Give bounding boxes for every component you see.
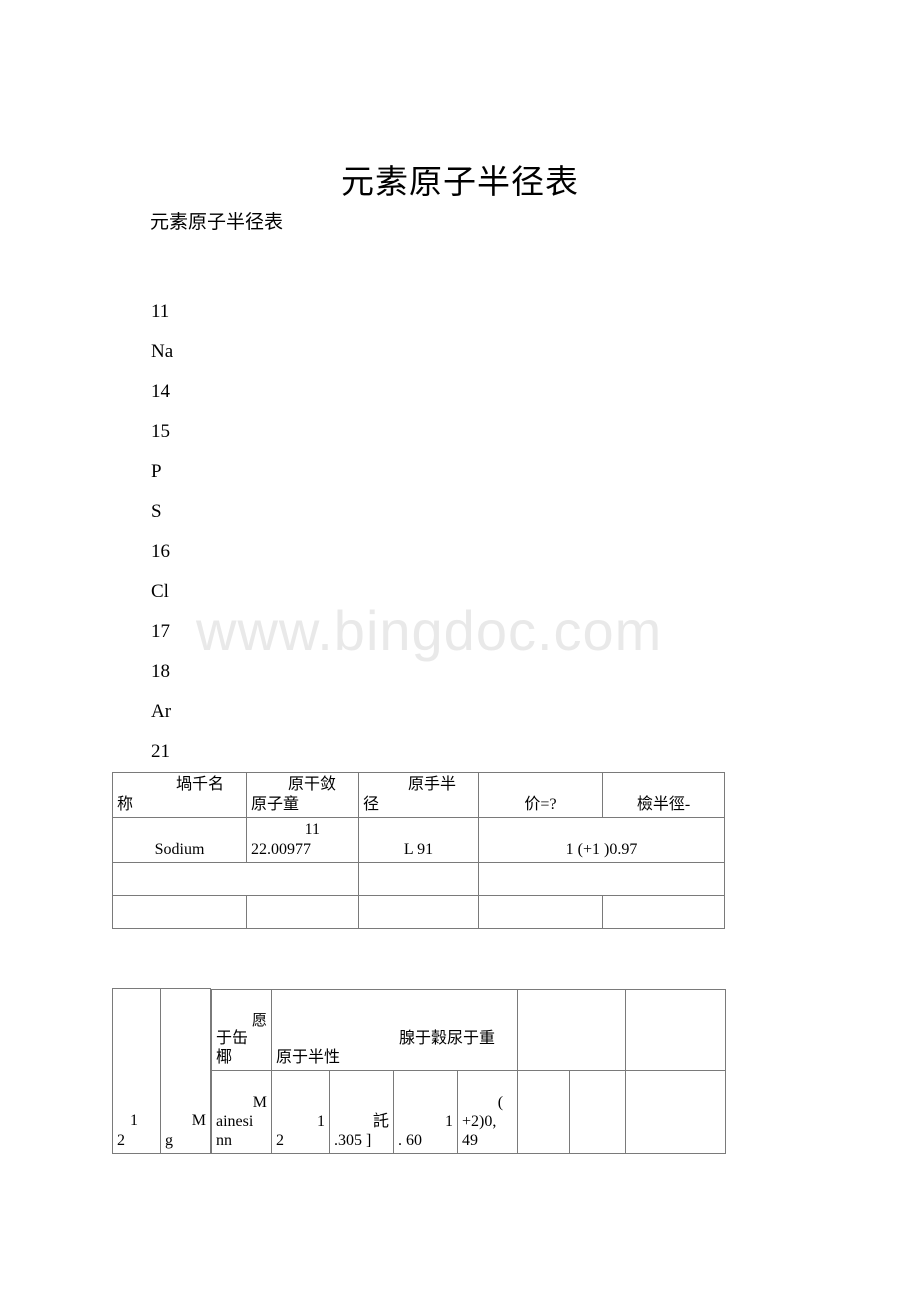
document-subtitle: 元素原子半径表 [150, 212, 284, 233]
cell-blank [517, 1069, 571, 1154]
document-page: www.bingdoc.com 元素原子半径表 元素原子半径表 11 Na 14… [0, 0, 920, 1302]
ionic-top: ( [497, 1093, 504, 1111]
header-cell-valence: 价=? [478, 772, 603, 818]
cell-atomic-number: 11 [304, 821, 320, 838]
cell-blank [602, 895, 725, 929]
cell-element-name: Sodium [112, 817, 247, 863]
name-mid: ainesi [216, 1113, 254, 1131]
list-item: Ar [151, 701, 172, 722]
list-item: 15 [151, 421, 170, 442]
header-radius-bottom: 径 [363, 796, 380, 813]
inner-data-row: M ainesi nn 1 2 託 .305 ] 1 . 60 (+2)0, … [211, 1069, 727, 1154]
list-item: Na [151, 341, 174, 362]
cell-blank [358, 862, 479, 896]
group-number-top: 1 [130, 1112, 138, 1129]
cell-blank [569, 1069, 627, 1154]
header-cell-name: 堝千名 称 [112, 772, 247, 818]
header-cell-empty-a [517, 988, 627, 1071]
cell-blank [246, 895, 359, 929]
symbol-bottom: g [165, 1132, 173, 1149]
mass-bottom: .305 ] [334, 1132, 372, 1150]
header-cell-label: 愿 于缶 椰 [211, 988, 272, 1071]
header-name-bottom: 称 [117, 796, 134, 813]
cell-ionic-radius: ( +2)0, 49 [456, 1069, 519, 1154]
list-item: 18 [151, 661, 170, 682]
list-item: 16 [151, 541, 170, 562]
element-radius-table: 堝千名 称 原干敛 原子童 原手半 径 价=? 檢半徑- Sodium 11 2… [112, 772, 725, 929]
cell-element-full-name: M ainesi nn [211, 1069, 272, 1154]
list-item: 21 [151, 741, 170, 762]
cell-mass: 託 .305 ] [329, 1069, 394, 1154]
cell-radius: 1 . 60 [393, 1069, 458, 1154]
header-atomic-top: 原干敛 [287, 776, 336, 793]
header-cell-radius: 原手半 径 [358, 772, 479, 818]
list-item: S [151, 501, 162, 522]
cell-blank [625, 1069, 727, 1154]
radius-bottom: . 60 [398, 1132, 422, 1150]
cell-blank [478, 862, 725, 896]
cell-element-symbol: M g [160, 988, 211, 1154]
table-row [112, 862, 725, 896]
wide-header-top: 腺于穀尿于重 [399, 1030, 496, 1048]
symbol-top: M [191, 1112, 206, 1129]
element-token-list: 11 Na 14 15 P S 16 Cl 17 18 Ar 21 [151, 292, 451, 772]
cell-valence-radius: 1 (+1 )0.97 [478, 817, 725, 863]
header-atomic-bottom: 原子童 [251, 796, 300, 813]
ionic-bottom: 49 [462, 1132, 478, 1150]
cell-atomic-data: 11 22.00977 [246, 817, 359, 863]
radius-top: 1 [445, 1113, 453, 1131]
header-cell-empty-b [625, 988, 727, 1071]
cell-blank [358, 895, 479, 929]
header-cell-atomic: 原干敛 原子童 [246, 772, 359, 818]
list-item: P [151, 461, 162, 482]
cell-atomic-radius: L 91 [358, 817, 479, 863]
name-top: M [252, 1093, 267, 1111]
cell-number: 1 2 [271, 1069, 330, 1154]
mass-top: 託 [372, 1113, 389, 1131]
cell-blank [112, 862, 359, 896]
label-mid-top: 于缶 [216, 1030, 249, 1048]
nested-table-holder: 愿 于缶 椰 腺于穀尿于重 原于半性 M ainesi nn 1 2 託 .30… [211, 988, 727, 1154]
list-item: 11 [151, 301, 170, 322]
page-title: 元素原子半径表 [341, 165, 579, 202]
header-cell-wide: 腺于穀尿于重 原于半性 [270, 988, 519, 1071]
list-item: Cl [151, 581, 169, 602]
number-top: 1 [317, 1113, 325, 1131]
cell-group-number: 1 2 [112, 988, 161, 1154]
header-radius-top: 原手半 [407, 776, 456, 793]
table-row [112, 895, 725, 929]
group-number-bottom: 2 [117, 1132, 125, 1149]
label-mid-bottom: 椰 [216, 1049, 233, 1067]
number-bottom: 2 [276, 1132, 284, 1150]
ionic-mid: +2)0, [462, 1113, 497, 1131]
table-row-sodium: Sodium 11 22.00977 L 91 1 (+1 )0.97 [112, 817, 725, 863]
label-superscript: 愿 [251, 1012, 267, 1029]
name-bottom: nn [216, 1132, 232, 1150]
wide-header-bottom: 原于半性 [276, 1049, 341, 1067]
inner-detail-table: 愿 于缶 椰 腺于穀尿于重 原于半性 M ainesi nn 1 2 託 .30… [211, 988, 727, 1154]
inner-header-row: 愿 于缶 椰 腺于穀尿于重 原于半性 [211, 988, 727, 1071]
cell-blank [478, 895, 603, 929]
list-item: 14 [151, 381, 170, 402]
header-name-top: 堝千名 [175, 776, 224, 793]
cell-blank [112, 895, 247, 929]
header-cell-ionic: 檢半徑- [602, 772, 725, 818]
magnesium-radius-table: 1 2 M g 愿 于缶 椰 腺于穀尿于重 原于半性 M ainesi nn 1… [112, 988, 727, 1154]
cell-atomic-mass: 22.00977 [251, 841, 311, 858]
table-header-row: 堝千名 称 原干敛 原子童 原手半 径 价=? 檢半徑- [112, 772, 725, 818]
table-row: 1 2 M g 愿 于缶 椰 腺于穀尿于重 原于半性 M ainesi nn 1… [112, 988, 727, 1154]
list-item: 17 [151, 621, 170, 642]
